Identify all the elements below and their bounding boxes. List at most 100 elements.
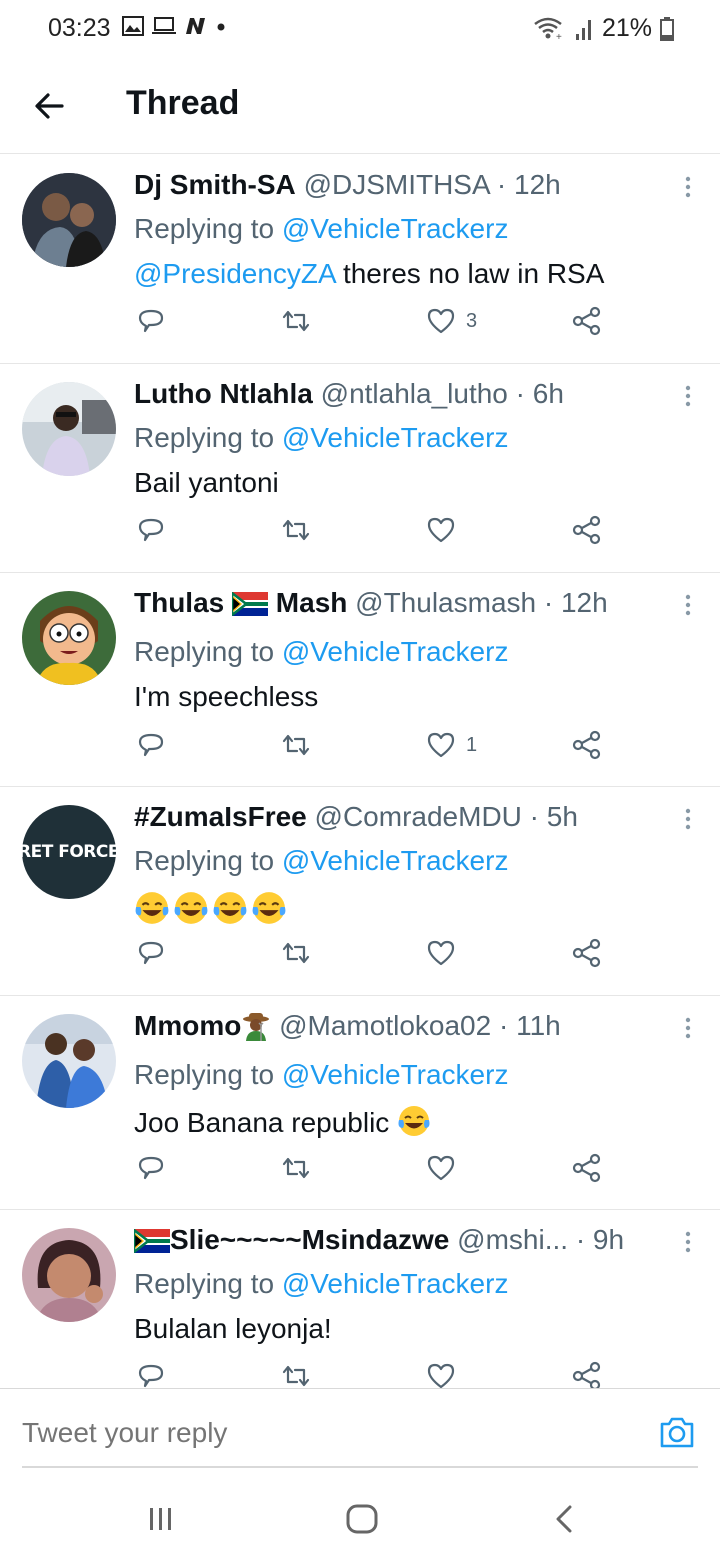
user-handle[interactable]: @ntlahla_lutho <box>321 378 508 409</box>
display-name[interactable]: Dj Smith-SA <box>134 169 296 200</box>
reply-icon <box>138 309 164 333</box>
replying-to: Replying to @VehicleTrackerz <box>134 213 508 245</box>
reply-button[interactable] <box>136 305 166 337</box>
user-handle[interactable]: @ComradeMDU <box>315 801 522 832</box>
tweet-card[interactable]: RET FORCES #ZumaIsFree @ComradeMDU · 5h … <box>0 787 720 996</box>
mention-link[interactable]: @PresidencyZA <box>134 258 335 289</box>
retweet-button[interactable] <box>281 1360 311 1388</box>
retweet-button[interactable] <box>281 514 311 546</box>
like-button[interactable]: 1 <box>426 729 477 761</box>
dot-icon <box>217 23 225 31</box>
tweet-text: I'm speechless <box>134 681 319 712</box>
south-africa-flag-icon <box>232 592 269 616</box>
more-options-icon[interactable] <box>684 384 692 408</box>
status-icons-left <box>122 16 226 36</box>
like-button[interactable] <box>426 514 466 546</box>
south-africa-flag-icon <box>134 1229 170 1253</box>
tweet-time: · 6h <box>515 378 564 409</box>
retweet-button[interactable] <box>281 937 311 969</box>
more-options-icon[interactable] <box>684 1230 692 1254</box>
reply-icon <box>138 1364 164 1388</box>
reply-button[interactable] <box>136 514 166 546</box>
more-options-icon[interactable] <box>684 175 692 199</box>
status-icons-right: + 21% <box>532 14 674 43</box>
tears-of-joy-emoji-icon <box>252 892 286 924</box>
page-title: Thread <box>126 84 240 122</box>
tweet-card[interactable]: Thulas Mash @Thulasmash · 12h Replying t… <box>0 573 720 787</box>
home-icon[interactable] <box>345 1504 379 1534</box>
tears-of-joy-emoji-icon <box>174 892 208 924</box>
display-name-text: Slie~~~~~Msindazwe <box>170 1224 450 1255</box>
display-name-text: Mmomo <box>134 1010 242 1041</box>
like-button[interactable] <box>426 937 466 969</box>
more-options-icon[interactable] <box>684 593 692 617</box>
reply-button[interactable] <box>136 937 166 969</box>
retweet-icon <box>282 519 310 541</box>
user-handle[interactable]: @mshi... <box>457 1224 568 1255</box>
share-icon <box>572 730 601 760</box>
back-icon[interactable] <box>550 1504 580 1534</box>
user-handle[interactable]: @DJSMITHSA <box>304 169 490 200</box>
reply-mention-link[interactable]: @VehicleTrackerz <box>282 422 509 453</box>
tweet-header: Slie~~~~~Msindazwe @mshi... · 9h <box>134 1224 624 1256</box>
share-button[interactable] <box>572 937 602 969</box>
replying-label: Replying to <box>134 1268 275 1299</box>
reply-mention-link[interactable]: @VehicleTrackerz <box>282 1268 509 1299</box>
svg-text:+: + <box>556 32 562 42</box>
display-name[interactable]: Slie~~~~~Msindazwe <box>134 1224 449 1255</box>
tweet-actions <box>134 1360 614 1388</box>
more-options-icon[interactable] <box>684 1016 692 1040</box>
tweet-actions <box>134 937 614 973</box>
avatar[interactable] <box>22 1014 116 1108</box>
user-handle[interactable]: @Mamotlokoa02 <box>279 1010 491 1041</box>
reply-button[interactable] <box>136 1152 166 1184</box>
retweet-button[interactable] <box>281 305 311 337</box>
tweet-card[interactable]: Dj Smith-SA @DJSMITHSA · 12h Replying to… <box>0 155 720 364</box>
tweet-time: · 11h <box>498 1010 561 1041</box>
thread-list[interactable]: Dj Smith-SA @DJSMITHSA · 12h Replying to… <box>0 155 720 1388</box>
display-name[interactable]: Lutho Ntlahla <box>134 378 313 409</box>
reply-mention-link[interactable]: @VehicleTrackerz <box>282 1059 509 1090</box>
share-button[interactable] <box>572 1152 602 1184</box>
reply-composer <box>0 1388 720 1468</box>
retweet-icon <box>282 1365 310 1387</box>
arrow-left-icon[interactable] <box>30 86 70 126</box>
reply-icon <box>138 1156 164 1180</box>
reply-mention-link[interactable]: @VehicleTrackerz <box>282 845 509 876</box>
display-name[interactable]: Mmomo <box>134 1010 271 1041</box>
like-count: 1 <box>466 733 478 756</box>
share-button[interactable] <box>572 729 602 761</box>
tweet-card[interactable]: Slie~~~~~Msindazwe @mshi... · 9h Replyin… <box>0 1210 720 1388</box>
camera-icon[interactable] <box>658 1413 696 1451</box>
status-time: 03:23 <box>48 14 111 42</box>
tweet-card[interactable]: Lutho Ntlahla @ntlahla_lutho · 6h Replyi… <box>0 364 720 573</box>
heart-icon <box>427 940 455 966</box>
tweet-text: Joo Banana republic <box>134 1104 431 1139</box>
share-button[interactable] <box>572 1360 602 1388</box>
like-button[interactable] <box>426 1360 466 1388</box>
avatar[interactable] <box>22 173 116 267</box>
avatar[interactable]: RET FORCES <box>18 805 131 899</box>
reply-mention-link[interactable]: @VehicleTrackerz <box>282 636 509 667</box>
thread-header: Thread <box>0 58 720 154</box>
more-options-icon[interactable] <box>684 807 692 831</box>
like-button[interactable]: 3 <box>426 305 477 337</box>
recent-apps-icon[interactable] <box>146 1504 176 1534</box>
reply-mention-link[interactable]: @VehicleTrackerz <box>282 213 509 244</box>
display-name[interactable]: #ZumaIsFree <box>134 801 307 832</box>
avatar[interactable] <box>22 591 116 685</box>
retweet-button[interactable] <box>281 1152 311 1184</box>
avatar[interactable] <box>22 382 116 476</box>
user-handle[interactable]: @Thulasmash <box>355 587 536 618</box>
display-name[interactable]: Thulas Mash <box>134 587 347 618</box>
reply-input[interactable] <box>22 1417 622 1449</box>
reply-button[interactable] <box>136 1360 166 1388</box>
retweet-button[interactable] <box>281 729 311 761</box>
share-button[interactable] <box>572 305 602 337</box>
replying-label: Replying to <box>134 636 275 667</box>
reply-button[interactable] <box>136 729 166 761</box>
tweet-card[interactable]: Mmomo @Mamotlokoa02 · 11h Replying to @V… <box>0 996 720 1210</box>
avatar[interactable] <box>22 1228 116 1322</box>
like-button[interactable] <box>426 1152 466 1184</box>
share-button[interactable] <box>572 514 602 546</box>
